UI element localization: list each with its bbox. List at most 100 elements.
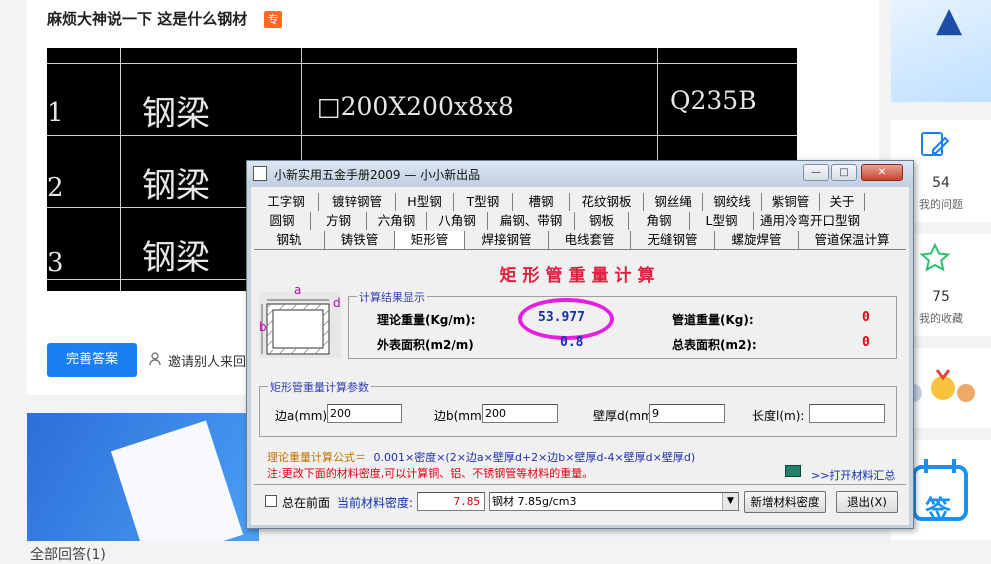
density-input[interactable]: 7.85 <box>417 492 485 511</box>
cad-row-num: 1 <box>47 98 64 128</box>
tab-about[interactable]: 关于 <box>820 193 865 211</box>
length-input[interactable] <box>809 404 885 423</box>
formula-prefix: 理论重量计算公式＝ <box>267 451 366 464</box>
tab-copper-tube[interactable]: 紫铜管 <box>762 193 820 211</box>
panel-title: 矩形管重量计算 <box>499 266 661 286</box>
tab-i-beam[interactable]: 工字钢 <box>254 193 319 211</box>
total-area-label: 总表面积(m2): <box>672 338 757 352</box>
tab-flat-strip[interactable]: 扁钢、带钢 <box>488 212 575 230</box>
cad-gridline <box>47 63 797 64</box>
exit-button[interactable]: 退出(X) <box>836 491 898 513</box>
book-image <box>110 420 244 541</box>
cad-gridline <box>120 48 121 291</box>
chevron-down-icon[interactable]: ▼ <box>722 493 738 510</box>
formula-body: 0.001×密度×(2×边a×壁厚d+2×边b×壁厚d-4×壁厚d×壁厚d) <box>373 451 696 464</box>
tab-spiral-pipe[interactable]: 螺旋焊管 <box>715 231 799 249</box>
tab-conduit[interactable]: 电线套管 <box>549 231 631 249</box>
close-button[interactable]: ✕ <box>861 164 903 181</box>
pipe-weight-label: 管道重量(Kg): <box>672 313 754 327</box>
user-plus-icon <box>149 351 163 370</box>
theoretical-weight-label: 理论重量(Kg/m): <box>377 313 476 327</box>
tab-t-beam[interactable]: T型钢 <box>454 193 513 211</box>
tab-steel-plate[interactable]: 钢板 <box>575 212 629 230</box>
app-icon <box>253 166 267 181</box>
all-answers-heading: 全部回答(1) <box>30 547 106 563</box>
tab-angle[interactable]: 角钢 <box>629 212 690 230</box>
surface-area-value: 0.8 <box>560 335 584 350</box>
pipe-weight-value: 0 <box>862 310 870 325</box>
tab-row-2: 圆钢 方钢 六角钢 八角钢 扁钢、带钢 钢板 角钢 L型钢 通用冷弯开口型钢 <box>254 212 866 230</box>
highlight-ellipse <box>518 298 614 340</box>
rect-tube-diagram: a b d <box>259 283 341 358</box>
minimize-button[interactable]: — <box>803 164 829 181</box>
surface-area-label: 外表面积(m2/m) <box>377 338 474 352</box>
tab-seamless-pipe[interactable]: 无缝钢管 <box>631 231 715 249</box>
tab-cast-iron-pipe[interactable]: 铸铁管 <box>325 231 395 249</box>
tab-hex-bar[interactable]: 六角钢 <box>367 212 427 230</box>
tab-channel[interactable]: 槽钢 <box>513 193 570 211</box>
material-select-value: 钢材 7.85g/cm3 <box>492 495 577 508</box>
tab-row-1: 工字钢 镀锌钢管 H型钢 T型钢 槽钢 花纹钢板 钢丝绳 钢绞线 紫铜管 关于 <box>254 193 865 211</box>
tab-galvanized-pipe[interactable]: 镀锌钢管 <box>319 193 396 211</box>
sign-label: 签 <box>925 496 952 526</box>
cad-gridline <box>47 135 797 136</box>
ad-banner[interactable] <box>27 413 259 541</box>
cad-row-name: 钢梁 <box>142 238 210 278</box>
window-titlebar[interactable]: 小新实用五金手册2009 — 小小新出品 — □ ✕ <box>247 161 913 186</box>
diagram-label-d: d <box>333 296 341 310</box>
sidebar-ad[interactable]: ▲ <box>891 0 991 102</box>
calculator-icon[interactable] <box>785 465 801 477</box>
tab-welded-pipe[interactable]: 焊接钢管 <box>465 231 549 249</box>
always-on-top-label: 总在前面 <box>282 496 331 510</box>
invite-text: 邀请别人来回 <box>168 355 247 370</box>
cad-row-name: 钢梁 <box>142 166 210 206</box>
density-note: 注:更改下面的材料密度,可以计算铜、铝、不锈钢管等材料的重量。 <box>267 467 594 480</box>
diagram-label-a: a <box>294 283 302 297</box>
tab-rectangular-tube[interactable]: 矩形管 <box>395 231 465 249</box>
wall-thickness-input[interactable]: 9 <box>649 404 725 423</box>
maximize-button[interactable]: □ <box>831 164 857 181</box>
window-client: 工字钢 镀锌钢管 H型钢 T型钢 槽钢 花纹钢板 钢丝绳 钢绞线 紫铜管 关于 … <box>251 187 909 525</box>
cad-row-num: 2 <box>47 173 64 203</box>
invite-link[interactable]: 邀请别人来回 <box>149 351 246 370</box>
tab-checkered-plate[interactable]: 花纹钢板 <box>570 193 644 211</box>
question-title: 麻烦大神说一下 这是什么钢材 <box>47 10 248 28</box>
length-label: 长度l(m): <box>752 409 805 423</box>
badge-zhuan: 专 <box>264 11 282 28</box>
results-group-title: 计算结果显示 <box>357 289 427 305</box>
side-a-label: 边a(mm): <box>275 409 332 423</box>
bottom-separator <box>254 484 906 485</box>
diagram-label-b: b <box>259 320 267 334</box>
cad-row-name: 钢梁 <box>142 94 210 134</box>
tab-cold-formed[interactable]: 通用冷弯开口型钢 <box>754 212 866 230</box>
star-icon <box>919 242 951 278</box>
material-select[interactable]: 钢材 7.85g/cm3 ▼ <box>489 492 739 511</box>
side-b-input[interactable]: 200 <box>482 404 558 423</box>
always-on-top-checkbox[interactable] <box>265 495 277 507</box>
perfect-answer-button[interactable]: 完善答案 <box>47 343 137 377</box>
tab-l-beam[interactable]: L型钢 <box>690 212 754 230</box>
tab-square-bar[interactable]: 方钢 <box>311 212 367 230</box>
params-group-title: 矩形管重量计算参数 <box>268 379 371 395</box>
tab-insulation[interactable]: 管道保温计算 <box>799 231 905 249</box>
tab-h-beam[interactable]: H型钢 <box>396 193 454 211</box>
tab-row-3: 钢轨 铸铁管 矩形管 焊接钢管 电线套管 无缝钢管 螺旋焊管 管道保温计算 <box>254 231 905 249</box>
window-title: 小新实用五金手册2009 — 小小新出品 <box>274 168 481 182</box>
cad-row-num: 3 <box>47 248 64 278</box>
total-area-value: 0 <box>862 335 870 350</box>
tab-rail[interactable]: 钢轨 <box>254 231 325 249</box>
density-label: 当前材料密度: <box>337 496 414 510</box>
side-a-input[interactable]: 200 <box>327 404 402 423</box>
tab-round-bar[interactable]: 圆钢 <box>254 212 311 230</box>
open-summary-link[interactable]: >>打开材料汇总 <box>811 467 895 483</box>
tab-strand[interactable]: 钢绞线 <box>703 193 762 211</box>
formula-text: 理论重量计算公式＝ 0.001×密度×(2×边a×壁厚d+2×边b×壁厚d-4×… <box>267 449 695 465</box>
add-density-button[interactable]: 新增材料密度 <box>744 491 826 513</box>
edit-icon <box>919 130 951 164</box>
ad-art: ▲ <box>936 0 963 40</box>
tab-wire-rope[interactable]: 钢丝绳 <box>644 193 703 211</box>
cad-row-grade: Q235B <box>670 86 757 115</box>
tab-octagon-bar[interactable]: 八角钢 <box>427 212 488 230</box>
medal-icon <box>903 368 983 412</box>
cad-row-spec: □200X200x8x8 <box>317 92 514 121</box>
